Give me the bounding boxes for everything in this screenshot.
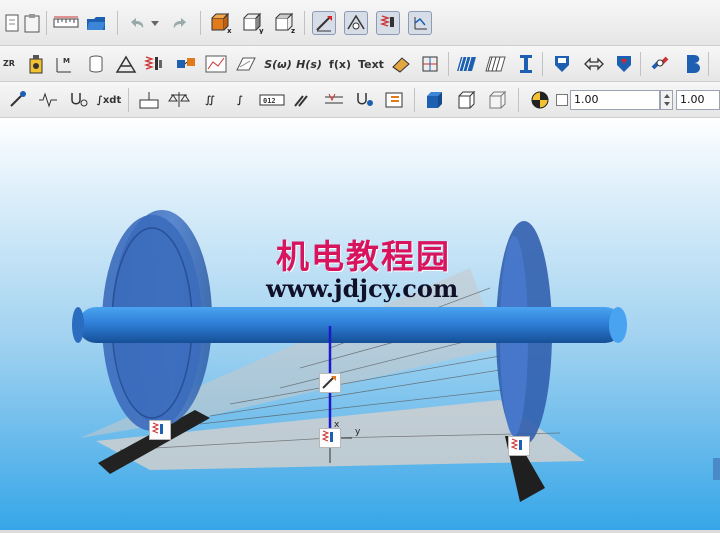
s-omega-icon[interactable]: S(ω) (264, 52, 292, 76)
h-s-icon[interactable]: H(s) (296, 52, 322, 76)
text-label: Text (358, 57, 384, 71)
double-integral-icon[interactable]: ∬ (198, 88, 222, 112)
stethoscope-icon[interactable] (66, 88, 90, 112)
ruler-icon[interactable] (52, 11, 80, 35)
marker-tool-icon[interactable] (290, 88, 314, 112)
cube-grid-icon[interactable] (419, 52, 443, 76)
main-toolbar-row-2: ZR M S(ω) H(s) f(x) Text (0, 46, 720, 82)
balance-icon[interactable] (167, 88, 191, 112)
redo-icon[interactable] (168, 11, 192, 35)
cylinder-icon[interactable] (84, 52, 108, 76)
view-y-icon[interactable]: y (240, 11, 264, 35)
undo-icon[interactable] (125, 11, 149, 35)
connector-icon[interactable] (174, 52, 198, 76)
folder-icon[interactable] (84, 11, 108, 35)
integrate-icon[interactable]: ∫xdt (96, 88, 122, 112)
side-panel-tab[interactable] (713, 458, 720, 480)
curve-icon[interactable] (204, 52, 228, 76)
text-icon[interactable]: Text (357, 52, 385, 76)
spring-icon[interactable] (142, 52, 166, 76)
scale-plate-icon[interactable] (137, 88, 161, 112)
center-of-mass-icon[interactable] (528, 88, 552, 112)
f-x-label: f(x) (329, 57, 351, 71)
view-z-icon[interactable]: z (272, 11, 296, 35)
main-toolbar-row-3: ∫xdt ∬ ∫ 012 1.00 1.00 (0, 82, 720, 118)
link-icon[interactable] (582, 52, 606, 76)
view-x-icon[interactable]: x (208, 11, 232, 35)
svg-text:y: y (259, 27, 264, 34)
svg-text:x: x (227, 27, 232, 34)
beam-icon[interactable] (514, 52, 538, 76)
main-toolbar-row-1: x y z (0, 0, 720, 46)
solid-cube-icon[interactable] (423, 88, 447, 112)
h-s-label: H(s) (296, 57, 322, 71)
integral-dt-icon[interactable]: ∫ (228, 88, 252, 112)
surface-icon[interactable] (234, 52, 258, 76)
force-icon[interactable] (612, 52, 636, 76)
wire-cube-icon[interactable] (455, 88, 479, 112)
scale-field-2[interactable]: 1.00 (676, 90, 720, 110)
scale-spinner-1[interactable] (660, 90, 673, 110)
chain-icon[interactable] (648, 52, 672, 76)
3d-viewport[interactable]: 机电教程园 www.jdjcy.com y x (0, 118, 720, 530)
hatch-icon[interactable] (455, 52, 479, 76)
stripe-icon[interactable] (484, 52, 508, 76)
axle (78, 307, 623, 343)
origin-spring-marker-icon[interactable] (319, 428, 341, 448)
clipboard-icon[interactable] (20, 11, 44, 35)
spring-view-icon[interactable] (376, 11, 400, 35)
body-icon[interactable]: ZR (0, 52, 24, 76)
monitor-icon[interactable] (352, 88, 376, 112)
scale-checkbox[interactable] (556, 94, 568, 106)
watermark-chinese-title: 机电教程园 (276, 237, 451, 276)
counter-icon[interactable]: 012 (258, 88, 286, 112)
mass-icon[interactable] (24, 52, 48, 76)
right-spring-marker-icon[interactable] (508, 436, 530, 456)
outline-cube-icon[interactable] (486, 88, 510, 112)
joint-marker-icon[interactable] (319, 373, 341, 393)
compare-icon[interactable] (322, 88, 346, 112)
svg-text:M: M (63, 57, 70, 65)
watermark-url: www.jdjcy.com (266, 274, 459, 303)
svg-text:ZR: ZR (3, 59, 15, 68)
signal-icon[interactable] (36, 88, 60, 112)
scene-graphics (72, 210, 627, 502)
load-icon[interactable] (550, 52, 574, 76)
svg-text:012: 012 (263, 97, 276, 105)
scale-field-1[interactable]: 1.00 (570, 90, 660, 110)
axis-view-icon[interactable] (408, 11, 432, 35)
export-icon[interactable] (382, 88, 406, 112)
probe-icon[interactable] (6, 88, 30, 112)
integrate-label: ∫xdt (96, 94, 122, 106)
left-spring-marker-icon[interactable] (149, 420, 171, 440)
axis-label-x: x (334, 420, 340, 430)
f-x-icon[interactable]: f(x) (327, 52, 353, 76)
joint-view-icon[interactable] (344, 11, 368, 35)
b-icon[interactable] (680, 52, 704, 76)
axis-label-y: y (355, 427, 361, 437)
s-omega-label: S(ω) (264, 57, 292, 71)
eraser-icon[interactable] (389, 52, 413, 76)
select-mode-icon[interactable] (312, 11, 336, 35)
svg-text:z: z (291, 27, 295, 34)
truss-icon[interactable] (114, 52, 138, 76)
moment-icon[interactable]: M (52, 52, 76, 76)
dropdown-icon[interactable] (148, 11, 162, 35)
